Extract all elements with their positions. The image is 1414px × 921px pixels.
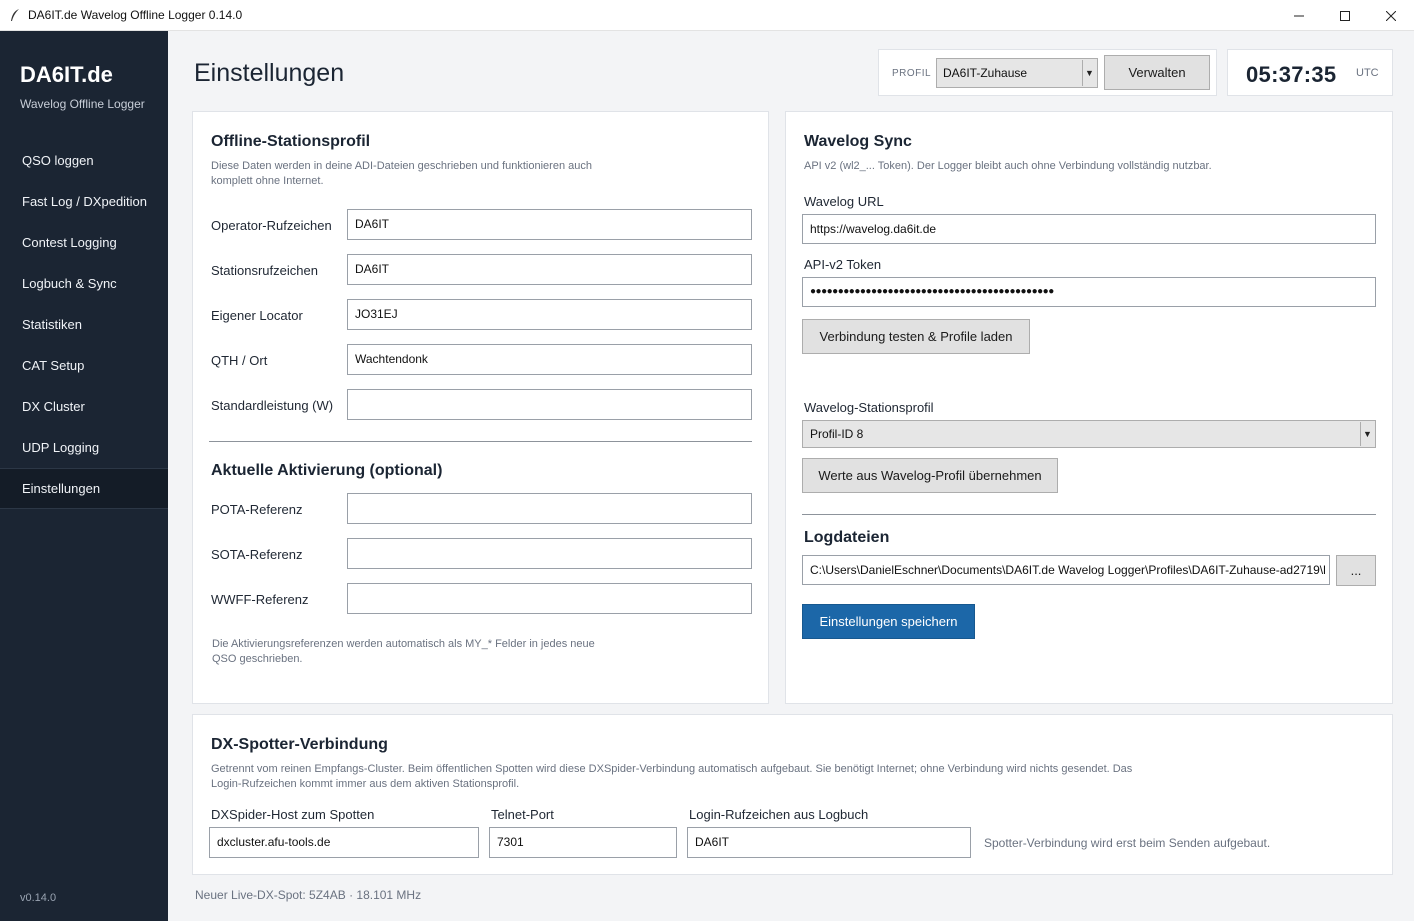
activation-hint-1: Die Aktivierungsreferenzen werden automa… [212, 638, 595, 650]
sidebar-item-qso-loggen[interactable]: QSO loggen [0, 140, 168, 181]
pota-label: POTA-Referenz [211, 502, 303, 517]
station-callsign-input[interactable]: DA6IT [347, 254, 752, 285]
station-callsign-label: Stationsrufzeichen [211, 263, 318, 278]
login-callsign-input[interactable]: DA6IT [687, 827, 971, 858]
operator-callsign-label: Operator-Rufzeichen [211, 218, 332, 233]
test-connection-button[interactable]: Verbindung testen & Profile laden [802, 319, 1030, 354]
sota-label: SOTA-Referenz [211, 547, 303, 562]
utc-clock: 05:37:35 UTC [1227, 49, 1393, 96]
wavelog-sync-hint: API v2 (wl2_... Token). Der Logger bleib… [804, 160, 1212, 172]
section-divider [209, 441, 752, 442]
close-icon [1386, 10, 1396, 21]
offline-profile-hint-1: Diese Daten werden in deine ADI-Dateien … [211, 160, 592, 172]
locator-input[interactable]: JO31EJ [347, 299, 752, 330]
apply-wavelog-profile-button[interactable]: Werte aus Wavelog-Profil übernehmen [802, 458, 1058, 493]
login-callsign-label: Login-Rufzeichen aus Logbuch [689, 807, 869, 822]
sidebar-item-dx-cluster[interactable]: DX Cluster [0, 386, 168, 427]
minimize-icon [1294, 15, 1304, 16]
status-bar-text: Neuer Live-DX-Spot: 5Z4AB · 18.101 MHz [195, 888, 422, 902]
profile-selector-box: PROFIL DA6IT-Zuhause ▼ Verwalten [878, 49, 1217, 96]
wavelog-url-input[interactable]: https://wavelog.da6it.de [802, 214, 1376, 244]
wwff-input[interactable] [347, 583, 752, 614]
wavelog-station-profile-value: Profil-ID 8 [810, 427, 864, 441]
sidebar-item-logbuch-sync[interactable]: Logbuch & Sync [0, 263, 168, 304]
clock-timezone: UTC [1356, 67, 1379, 79]
profile-select[interactable]: DA6IT-Zuhause ▼ [936, 58, 1098, 88]
section-divider [802, 514, 1376, 515]
window-title: DA6IT.de Wavelog Offline Logger 0.14.0 [28, 8, 243, 22]
offline-profile-panel: Offline-Stationsprofil Diese Daten werde… [192, 111, 769, 704]
save-settings-button[interactable]: Einstellungen speichern [802, 604, 975, 639]
minimize-button[interactable] [1276, 0, 1322, 31]
sota-input[interactable] [347, 538, 752, 569]
operator-callsign-input[interactable]: DA6IT [347, 209, 752, 240]
window-controls [1276, 0, 1414, 31]
dx-spotter-panel: DX-Spotter-Verbindung Getrennt vom reine… [192, 714, 1393, 875]
sidebar-item-contest-logging[interactable]: Contest Logging [0, 222, 168, 263]
telnet-port-input[interactable]: 7301 [489, 827, 677, 858]
maximize-icon [1340, 10, 1350, 21]
wavelog-station-profile-label: Wavelog-Stationsprofil [804, 400, 934, 415]
profile-label: PROFIL [892, 68, 932, 79]
sidebar-item-einstellungen[interactable]: Einstellungen [0, 468, 168, 509]
spotter-status-text: Spotter-Verbindung wird erst beim Senden… [984, 836, 1271, 850]
sidebar-item-fast-log[interactable]: Fast Log / DXpedition [0, 181, 168, 222]
locator-label: Eigener Locator [211, 308, 303, 323]
qth-label: QTH / Ort [211, 353, 268, 368]
power-label: Standardleistung (W) [211, 398, 334, 413]
offline-profile-title: Offline-Stationsprofil [211, 133, 371, 150]
browse-button[interactable]: ... [1336, 555, 1376, 586]
wavelog-url-label: Wavelog URL [804, 194, 884, 209]
brand-subtitle: Wavelog Offline Logger [20, 97, 145, 111]
profile-select-value: DA6IT-Zuhause [943, 66, 1028, 80]
sidebar-nav: QSO loggen Fast Log / DXpedition Contest… [0, 140, 168, 509]
clock-time: 05:37:35 [1246, 62, 1337, 87]
logfile-path-input[interactable]: C:\Users\DanielEschner\Documents\DA6IT.d… [802, 555, 1330, 585]
manage-profiles-button[interactable]: Verwalten [1104, 55, 1210, 90]
qth-input[interactable]: Wachtendonk [347, 344, 752, 375]
close-button[interactable] [1368, 0, 1414, 31]
feather-icon [8, 8, 22, 22]
wwff-label: WWFF-Referenz [211, 592, 309, 607]
activation-hint-2: QSO geschrieben. [212, 653, 303, 665]
title-bar: DA6IT.de Wavelog Offline Logger 0.14.0 [0, 0, 1414, 31]
chevron-down-icon: ▼ [1082, 60, 1096, 86]
dxspider-host-label: DXSpider-Host zum Spotten [211, 807, 375, 822]
chevron-down-icon: ▼ [1360, 422, 1374, 446]
dx-spotter-title: DX-Spotter-Verbindung [211, 736, 388, 753]
brand-title: DA6IT.de [20, 62, 113, 87]
dx-spotter-hint-1: Getrennt vom reinen Empfangs-Cluster. Be… [211, 763, 1133, 775]
power-input[interactable] [347, 389, 752, 420]
sidebar-item-udp-logging[interactable]: UDP Logging [0, 427, 168, 468]
sidebar-item-cat-setup[interactable]: CAT Setup [0, 345, 168, 386]
sidebar: DA6IT.de Wavelog Offline Logger QSO logg… [0, 31, 168, 921]
maximize-button[interactable] [1322, 0, 1368, 31]
page-title: Einstellungen [194, 59, 345, 87]
dx-spotter-hint-2: Login-Rufzeichen kommt immer aus dem akt… [211, 778, 520, 790]
version-label: v0.14.0 [20, 892, 57, 904]
wavelog-sync-panel: Wavelog Sync API v2 (wl2_... Token). Der… [785, 111, 1393, 704]
dxspider-host-input[interactable]: dxcluster.afu-tools.de [209, 827, 479, 858]
sidebar-item-statistiken[interactable]: Statistiken [0, 304, 168, 345]
activation-title: Aktuelle Aktivierung (optional) [211, 462, 443, 479]
api-token-label: API-v2 Token [804, 257, 882, 272]
wavelog-station-profile-select[interactable]: Profil-ID 8 ▼ [802, 420, 1376, 448]
telnet-port-label: Telnet-Port [491, 807, 554, 822]
api-token-input[interactable]: ●●●●●●●●●●●●●●●●●●●●●●●●●●●●●●●●●●●●●●●●… [802, 277, 1376, 307]
offline-profile-hint-2: komplett ohne Internet. [211, 175, 324, 187]
logfiles-title: Logdateien [804, 529, 890, 546]
wavelog-sync-title: Wavelog Sync [804, 133, 912, 150]
pota-input[interactable] [347, 493, 752, 524]
